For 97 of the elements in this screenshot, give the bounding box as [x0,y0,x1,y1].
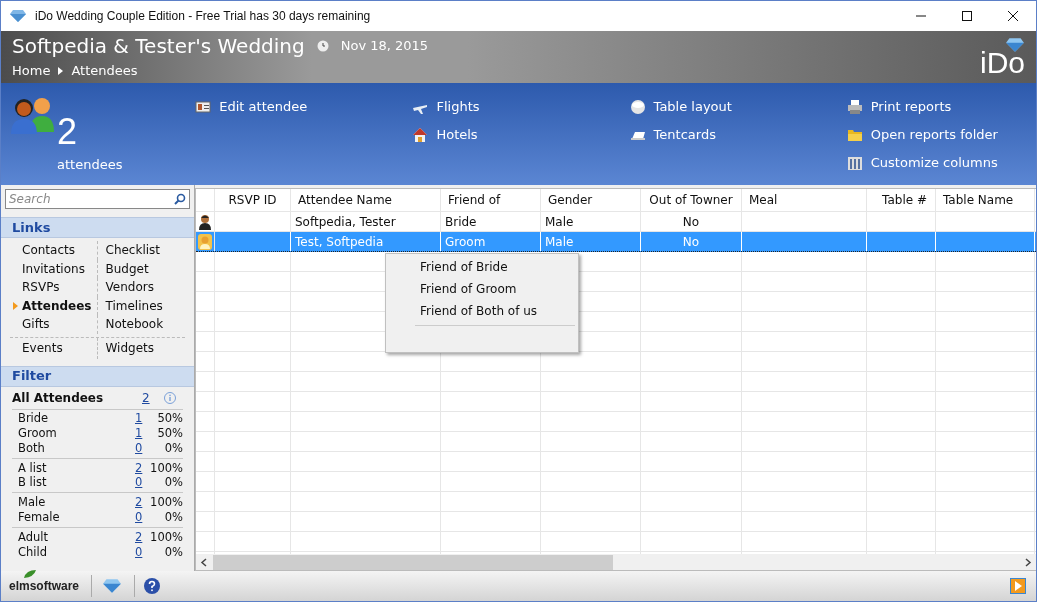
filter-percent: 0% [163,474,183,492]
scrollbar-thumb[interactable] [213,554,613,570]
filter-label: Child [18,543,48,561]
table-cell-text: Bride [445,213,477,231]
leaf-icon [23,569,37,579]
column-header[interactable]: Meal [742,189,867,211]
sidebar-link[interactable]: RSVPs [22,278,60,297]
table-cell-text: Groom [445,233,486,251]
filter-header: Filter [1,365,194,387]
play-icon[interactable] [1010,578,1026,594]
sidebar-link[interactable]: Budget [105,259,149,278]
filter-percent: 50% [156,410,183,428]
column-header[interactable]: Table # [867,189,936,211]
filter-label: B list [18,474,48,492]
filter-count-link[interactable]: 2 [135,459,149,477]
sidebar-link[interactable]: Contacts [22,241,75,260]
diamond-icon [9,9,27,23]
folder-icon [846,127,863,143]
column-header[interactable]: Friend of [441,189,541,211]
toolbar-action-button[interactable]: Edit attendee [195,97,413,117]
filter-percent: 0% [163,509,183,527]
diamond-icon [1005,37,1025,53]
filter-count-link[interactable]: 2 [142,388,160,407]
sidebar-link[interactable]: Vendors [105,278,154,297]
maximize-icon [962,11,972,21]
clock-icon [316,39,329,52]
pointer-icon [13,301,18,310]
filter-label: Bride [18,410,50,428]
wedding-title: Softpedia & Tester's Wedding [12,33,305,58]
column-header[interactable]: Table Name [936,189,1035,211]
man-icon [198,213,212,230]
filter-label: Adult [18,528,49,546]
filter-label: A list [18,459,48,476]
menu-item[interactable]: Friend of Groom [386,278,578,300]
sidebar-link[interactable]: Timelines [105,296,163,315]
round-table-icon [629,99,646,115]
sidebar-link[interactable]: Notebook [105,315,164,334]
filter-percent: 100% [149,528,183,546]
sidebar-link[interactable]: Widgets [105,339,154,357]
filter-label: Female [18,509,61,527]
column-header[interactable]: Gender [541,189,641,211]
sidebar-link[interactable]: Gifts [22,315,50,334]
filter-label: Male [18,494,47,511]
filter-label: All Attendees [12,389,105,407]
id-card-icon [195,99,212,115]
breadcrumb-link[interactable]: Home [12,60,51,81]
table-cell-text: No [682,213,700,231]
table-cell-text: Softpedia, Tester [295,213,396,231]
toolbar-action-button[interactable]: Hotels [412,125,630,145]
search-icon [174,193,186,205]
filter-percent: 0% [163,543,183,561]
filter-count-link[interactable]: 2 [135,494,149,512]
brand-logo: elmsoftware [9,578,80,595]
table-cell-text: Male [545,213,574,231]
horizontal-scrollbar[interactable] [196,554,1036,571]
filter-percent: 100% [149,494,183,512]
attendee-count-label: attendees [57,156,123,174]
toolbar-action-button[interactable]: Flights [412,97,630,117]
table-cell-text: Test, Softpedia [295,233,384,251]
help-icon[interactable] [143,577,161,595]
window-title: iDo Wedding Couple Edition - Free Trial has 30 days remaining [35,8,371,25]
sidebar-link[interactable]: Checklist [105,241,161,260]
toolbar-action-button[interactable]: Open reports folder [846,125,1036,145]
search-field[interactable]: Search [5,189,190,209]
app-logo: iDo [980,47,1025,79]
diamond-icon[interactable] [102,578,122,594]
menu-item[interactable]: Friend of Both of us [386,300,578,322]
chevron-right-icon [58,66,64,75]
house-icon [412,127,429,143]
filter-count-link[interactable]: 1 [135,410,149,428]
filter-count-link[interactable]: 0 [135,509,149,527]
toolbar-action-button[interactable]: Print reports [846,97,1036,117]
printer-icon [846,99,863,115]
table-cell-text: Male [545,233,574,251]
breadcrumb-link[interactable]: Attendees [71,60,138,81]
columns-icon [846,155,863,171]
wedding-date: Nov 18, 2015 [340,37,429,55]
toolbar-action-button[interactable]: Customize columns [846,153,1036,173]
info-icon[interactable] [164,391,176,404]
column-header[interactable]: Attendee Name [291,189,441,211]
woman-icon [198,233,212,250]
filter-count-link[interactable]: 0 [135,474,149,492]
sidebar-link[interactable]: Events [22,339,63,357]
filter-label: Both [18,439,46,457]
filter-label: Groom [18,425,58,442]
sidebar-link[interactable]: Invitations [22,259,85,278]
close-icon [1008,11,1018,21]
toolbar-action-button[interactable]: Tentcards [629,125,847,145]
links-header: Links [1,217,194,238]
menu-item[interactable]: Friend of Bride [386,256,578,278]
filter-percent: 100% [149,459,183,477]
attendee-count: 2 [57,114,79,150]
column-header[interactable]: Out of Towner [641,189,742,211]
table-cell-text: No [682,233,700,251]
sidebar-link[interactable]: Attendees [22,296,92,315]
toolbar-action-button[interactable]: Table layout [629,97,847,117]
column-header[interactable]: RSVP ID [215,189,291,211]
